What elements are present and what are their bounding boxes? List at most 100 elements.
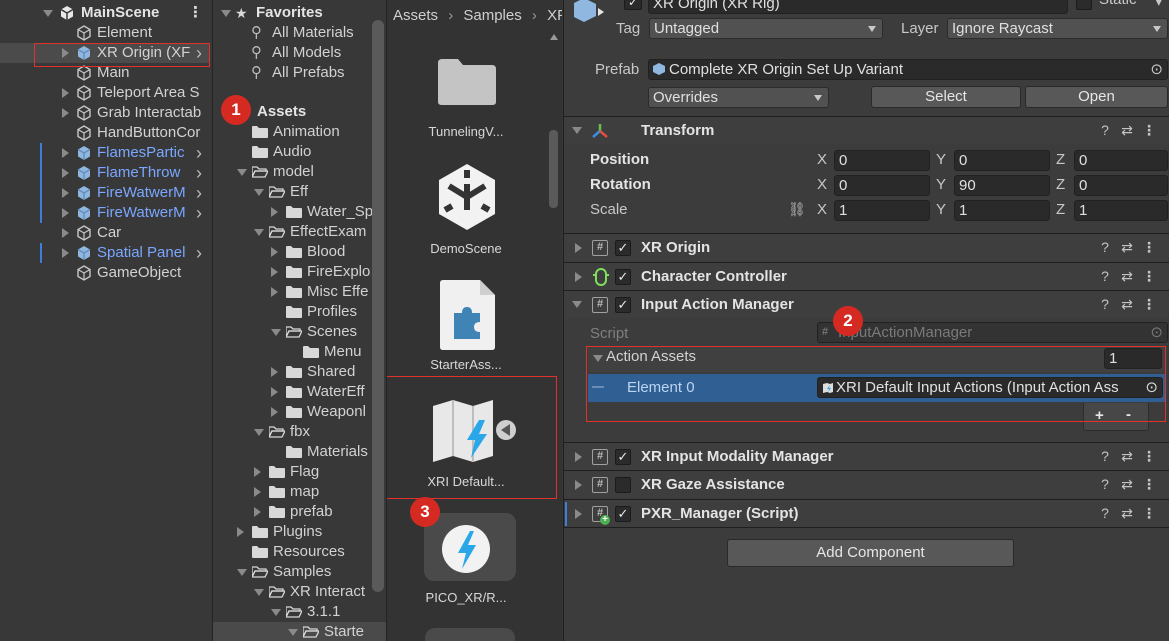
expand-arrow[interactable] (43, 10, 53, 17)
kebab-menu-icon[interactable]: ⋮ (1141, 448, 1157, 464)
expand-arrow[interactable] (575, 272, 582, 282)
breadcrumb-samples[interactable]: Samples (463, 7, 521, 24)
static-checkbox[interactable] (1076, 0, 1092, 10)
expand-arrow[interactable] (62, 88, 69, 98)
hierarchy-item[interactable]: Grab Interactab (0, 103, 210, 123)
kebab-menu-icon[interactable]: ⋮ (1141, 296, 1157, 312)
chevron-right-icon[interactable]: › (196, 163, 202, 183)
enabled-checkbox[interactable]: ✓ (615, 506, 631, 522)
help-icon[interactable]: ? (1097, 239, 1113, 255)
expand-arrow[interactable] (221, 10, 231, 17)
expand-arrow[interactable] (62, 208, 69, 218)
project-tree-item[interactable]: Materials (213, 442, 386, 462)
hierarchy-item[interactable]: Spatial Panel › (0, 243, 210, 263)
expand-arrow[interactable] (254, 589, 264, 596)
enabled-checkbox[interactable]: ✓ (615, 449, 631, 465)
project-tree-item[interactable]: model (213, 162, 386, 182)
project-tree-item[interactable]: Audio (213, 142, 386, 162)
kebab-menu-icon[interactable]: ⋮ (1141, 239, 1157, 255)
transform-rotation-x-field[interactable]: 0 (834, 175, 930, 196)
expand-arrow[interactable] (271, 609, 281, 616)
help-icon[interactable]: ? (1097, 296, 1113, 312)
xr-input-modality-manager-header[interactable]: # ✓ XR Input Modality Manager ? ⇄ ⋮ (564, 442, 1169, 470)
xr-gaze-assistance-header[interactable]: # XR Gaze Assistance ? ⇄ ⋮ (564, 470, 1169, 498)
transform-position-x-field[interactable]: 0 (834, 150, 930, 171)
enabled-checkbox[interactable]: ✓ (615, 269, 631, 285)
project-tree-item[interactable]: Flag (213, 462, 386, 482)
project-tree-item[interactable]: Water_Sp (213, 202, 386, 222)
enabled-checkbox[interactable]: ✓ (615, 297, 631, 313)
project-tree-item[interactable]: Samples (213, 562, 386, 582)
favorites-item[interactable]: ⚲ All Models (213, 43, 386, 63)
hierarchy-item[interactable]: GameObject (0, 263, 210, 283)
project-tree-item[interactable]: Animation (213, 122, 386, 142)
transform-position-y-field[interactable]: 0 (954, 150, 1050, 171)
kebab-menu-icon[interactable]: ⋮ (1141, 476, 1157, 492)
presets-icon[interactable]: ⇄ (1119, 268, 1135, 284)
expand-arrow[interactable] (271, 287, 278, 297)
chevron-right-icon[interactable]: › (196, 203, 202, 223)
project-tree-item[interactable]: Profiles (213, 302, 386, 322)
expand-arrow[interactable] (575, 509, 582, 519)
project-tree-item[interactable]: XR Interact (213, 582, 386, 602)
chevron-right-icon[interactable]: › (196, 143, 202, 163)
expand-arrow[interactable] (254, 429, 264, 436)
add-component-button[interactable]: Add Component (727, 539, 1014, 567)
project-tree-item[interactable]: Eff (213, 182, 386, 202)
grid-scrollbar[interactable] (549, 130, 558, 208)
hierarchy-item[interactable]: Car (0, 223, 210, 243)
presets-icon[interactable]: ⇄ (1119, 296, 1135, 312)
prefab-field[interactable]: Complete XR Origin Set Up Variant ⊙ (648, 59, 1168, 80)
object-name-field[interactable]: XR Origin (XR Rig) (648, 0, 1068, 14)
transform-rotation-y-field[interactable]: 90 (954, 175, 1050, 196)
hierarchy-item[interactable]: FlamesPartic › (0, 143, 210, 163)
presets-icon[interactable]: ⇄ (1119, 239, 1135, 255)
transform-scale-y-field[interactable]: 1 (954, 200, 1050, 221)
expand-arrow[interactable] (572, 127, 582, 134)
prefab-select-button[interactable]: Select (871, 86, 1021, 108)
breadcrumb-assets[interactable]: Assets (393, 7, 438, 24)
scroll-up-icon[interactable] (550, 34, 558, 40)
scene-row[interactable]: MainScene ⋮ (0, 3, 210, 23)
help-icon[interactable]: ? (1097, 505, 1113, 521)
help-icon[interactable]: ? (1097, 268, 1113, 284)
overrides-dropdown[interactable]: Overrides (648, 87, 829, 108)
layer-dropdown[interactable]: Ignore Raycast (947, 18, 1168, 39)
favorites-row[interactable]: ★ Favorites (213, 3, 386, 23)
expand-arrow[interactable] (572, 301, 582, 308)
transform-position-z-field[interactable]: 0 (1074, 150, 1168, 171)
project-tree-item[interactable]: FireExplo (213, 262, 386, 282)
prefab-open-button[interactable]: Open (1025, 86, 1168, 108)
expand-arrow[interactable] (62, 188, 69, 198)
presets-icon[interactable]: ⇄ (1119, 476, 1135, 492)
expand-arrow[interactable] (254, 467, 261, 477)
expand-arrow[interactable] (271, 267, 278, 277)
project-tree-item[interactable]: prefab (213, 502, 386, 522)
expand-arrow[interactable] (62, 108, 69, 118)
kebab-menu-icon[interactable]: ⋮ (1141, 268, 1157, 284)
kebab-menu-icon[interactable]: ⋮ (1141, 505, 1157, 521)
expand-arrow[interactable] (254, 507, 261, 517)
kebab-menu-icon[interactable]: ⋮ (1141, 122, 1157, 138)
hierarchy-item[interactable]: FlameThrow › (0, 163, 210, 183)
expand-arrow[interactable] (271, 407, 278, 417)
expand-arrow[interactable] (271, 247, 278, 257)
constrain-proportions-icon[interactable]: ⛓ (788, 201, 806, 218)
help-icon[interactable]: ? (1097, 122, 1113, 138)
expand-arrow[interactable] (62, 248, 69, 258)
project-tree-item[interactable]: Plugins (213, 522, 386, 542)
chevron-right-icon[interactable]: › (196, 243, 202, 263)
pxr-manager-header[interactable]: # + ✓ PXR_Manager (Script) ? ⇄ ⋮ (564, 499, 1169, 527)
transform-header[interactable]: Transform ? ⇄ ⋮ (564, 116, 1169, 144)
expand-arrow[interactable] (62, 168, 69, 178)
project-tree-item[interactable]: Resources (213, 542, 386, 562)
expand-arrow[interactable] (62, 228, 69, 238)
expand-arrow[interactable] (62, 148, 69, 158)
presets-icon[interactable]: ⇄ (1119, 505, 1135, 521)
input-action-manager-header[interactable]: # ✓ Input Action Manager ? ⇄ ⋮ (564, 290, 1169, 318)
project-tree-item[interactable]: 3.1.1 (213, 602, 386, 622)
expand-arrow[interactable] (575, 480, 582, 490)
project-tree-item[interactable]: Menu (213, 342, 386, 362)
presets-icon[interactable]: ⇄ (1119, 448, 1135, 464)
expand-arrow[interactable] (271, 207, 278, 217)
